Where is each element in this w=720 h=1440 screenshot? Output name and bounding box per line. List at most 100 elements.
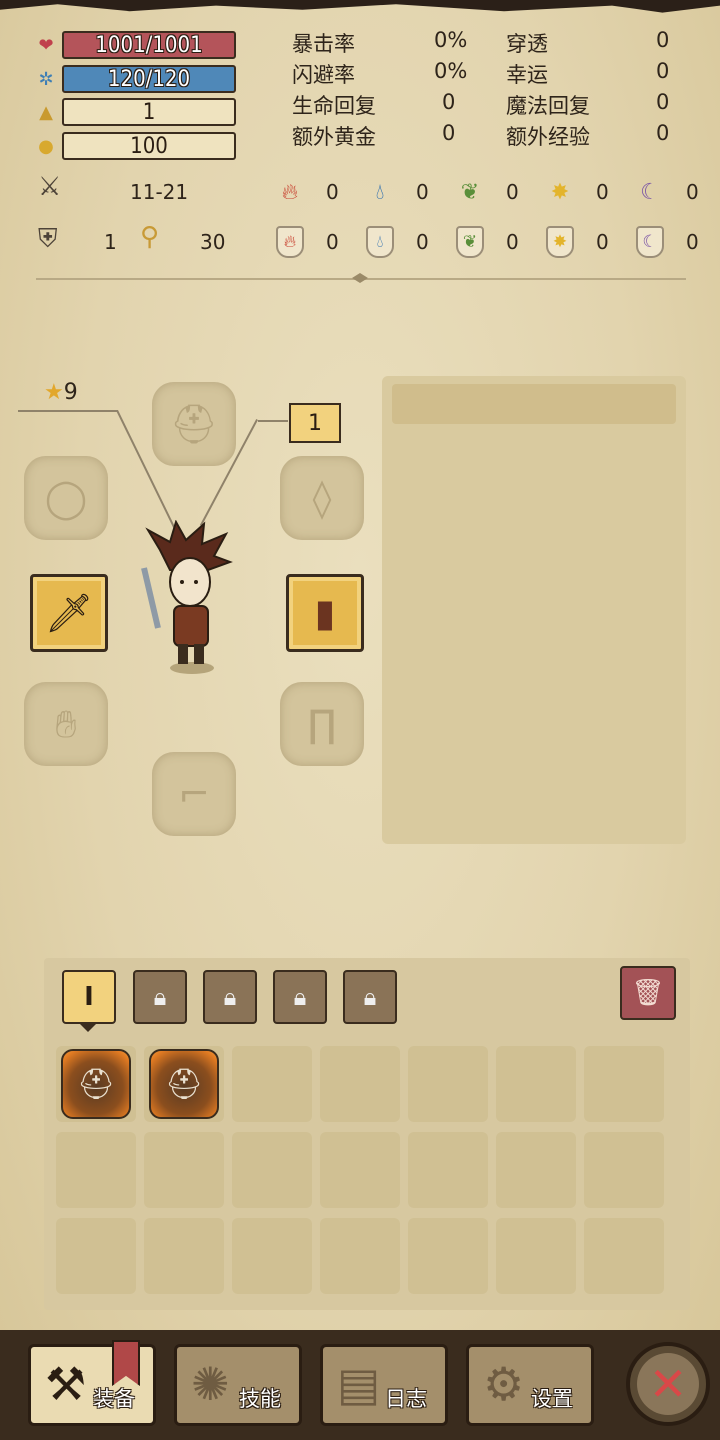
inventory-cell[interactable] [56,1218,136,1294]
inventory-cell[interactable] [584,1218,664,1294]
stat-value: 0% [434,28,468,52]
fire-resist-icon: 🔥︎ [276,226,304,258]
lock-icon: 🔒︎ [293,983,307,1011]
inventory-cell[interactable] [584,1046,664,1122]
moon-resist-icon: ☾ [636,226,664,258]
water-icon: 💧︎ [375,179,385,205]
inventory-item-helmet-weapon[interactable]: ⛑ [61,1049,131,1119]
lock-icon: 🔒︎ [363,983,377,1011]
inventory-cell[interactable] [408,1218,488,1294]
pants-slot[interactable]: ∏ [280,682,364,766]
axe-icon: ⚒ [45,1357,87,1411]
bag-tab-locked[interactable]: 🔒︎ [273,970,327,1024]
lightning-icon: ✸ [550,179,570,205]
amulet-icon: ◊ [312,476,332,520]
hp-row: ❤ 1001/1001 [34,30,240,60]
nature-resist-value: 0 [506,230,519,254]
lock-icon: 🔒︎ [153,983,167,1011]
nature-attack-value: 0 [506,180,519,204]
helmet-sword-icon: ⛑ [76,1066,116,1102]
ring-slot[interactable]: ◯ [24,456,108,540]
bag-tab-1[interactable]: I [62,970,116,1024]
trash-button[interactable]: 🗑︎ [620,966,676,1020]
stat-value: 0 [656,90,670,114]
skill-burst-icon: ✺ [191,1357,230,1411]
connector-line [18,410,118,412]
nav-skills-button[interactable]: ✺ 技能 [174,1344,302,1426]
bag-tab-locked[interactable]: 🔒︎ [133,970,187,1024]
close-icon: ✕ [637,1353,699,1415]
nav-skills-label: 技能 [239,1387,281,1411]
inventory-cell[interactable] [232,1218,312,1294]
inventory-cell[interactable] [408,1132,488,1208]
gold-icon: ● [38,135,54,157]
fire-resist-value: 0 [326,230,339,254]
bag-tab-locked[interactable]: 🔒︎ [343,970,397,1024]
nav-equip-label: 装备 [93,1387,135,1411]
gear-icon: ⚙ [483,1357,525,1411]
inventory-cell[interactable] [584,1132,664,1208]
trash-icon: 🗑︎ [631,978,665,1008]
amulet-slot[interactable]: ◊ [280,456,364,540]
water-attack-value: 0 [416,180,429,204]
nav-settings-label: 设置 [531,1387,573,1411]
pants-icon: ∏ [307,702,337,746]
nav-journal-label: 日志 [385,1387,427,1411]
nav-journal-button[interactable]: ▤ 日志 [320,1344,448,1426]
nav-settings-button[interactable]: ⚙ 设置 [466,1344,594,1426]
boot-icon: ⌐ [178,772,210,816]
bag-tab-locked[interactable]: 🔒︎ [203,970,257,1024]
inventory-cell[interactable] [496,1218,576,1294]
water-resist-value: 0 [416,230,429,254]
stat-label: 闪避率 [292,63,355,87]
armor-value: 1 [104,230,117,254]
stat-value: 0 [442,90,456,114]
lock-icon: 🔒︎ [223,983,237,1011]
gold-bar: 100 [62,132,236,160]
glove-icon: ✋︎ [55,701,77,746]
stat-value: 0% [434,59,468,83]
inventory-cell[interactable] [496,1132,576,1208]
inventory-cell[interactable] [144,1132,224,1208]
helmet-sword-icon: ⛑ [164,1066,204,1102]
star-level: ★9 [44,380,78,405]
stat-value: 0 [656,28,670,52]
stat-label: 穿透 [506,32,548,56]
power-value: 30 [200,230,226,254]
moon-icon: ☾ [640,179,660,205]
inventory-cell[interactable] [232,1132,312,1208]
inventory-cell[interactable] [232,1046,312,1122]
inventory-cell[interactable] [320,1046,400,1122]
lightning-resist-value: 0 [596,230,609,254]
star-level-value: 9 [63,380,78,405]
sword-icon: 🗡︎ [44,590,94,635]
item-level-badge: 1 [289,403,341,443]
inventory-cell[interactable] [144,1218,224,1294]
stat-line: 暴击率 0% 穿透 0 [292,28,682,59]
star-icon: ★ [44,380,64,405]
weapon-slot[interactable]: 🗡︎ [30,574,108,652]
inventory-cell[interactable] [408,1046,488,1122]
boots-slot[interactable]: ⌐ [152,752,236,836]
item-details-header [392,384,676,424]
lightning-resist-icon: ✸ [546,226,574,258]
leaf-icon: ❦ [460,179,480,205]
helmet-slot[interactable]: ⛑ [152,382,236,466]
inventory-cell[interactable] [56,1132,136,1208]
gloves-slot[interactable]: ✋︎ [24,682,108,766]
leather-armor-icon: ▮ [314,591,336,635]
snowflake-icon: ✲ [38,68,54,90]
ring-icon: ◯ [44,476,88,520]
connector-line [258,420,288,422]
close-button[interactable]: ✕ [626,1342,710,1426]
inventory-item-helmet-weapon[interactable]: ⛑ [149,1049,219,1119]
journal-icon: ▤ [337,1357,381,1411]
stat-label: 幸运 [506,63,548,87]
mp-bar: 120/120 [62,65,236,93]
inventory-cell[interactable] [320,1218,400,1294]
armor-slot[interactable]: ▮ [286,574,364,652]
stat-label: 魔法回复 [506,94,590,118]
inventory-cell[interactable] [496,1046,576,1122]
mp-row: ✲ 120/120 [34,64,240,94]
inventory-cell[interactable] [320,1132,400,1208]
